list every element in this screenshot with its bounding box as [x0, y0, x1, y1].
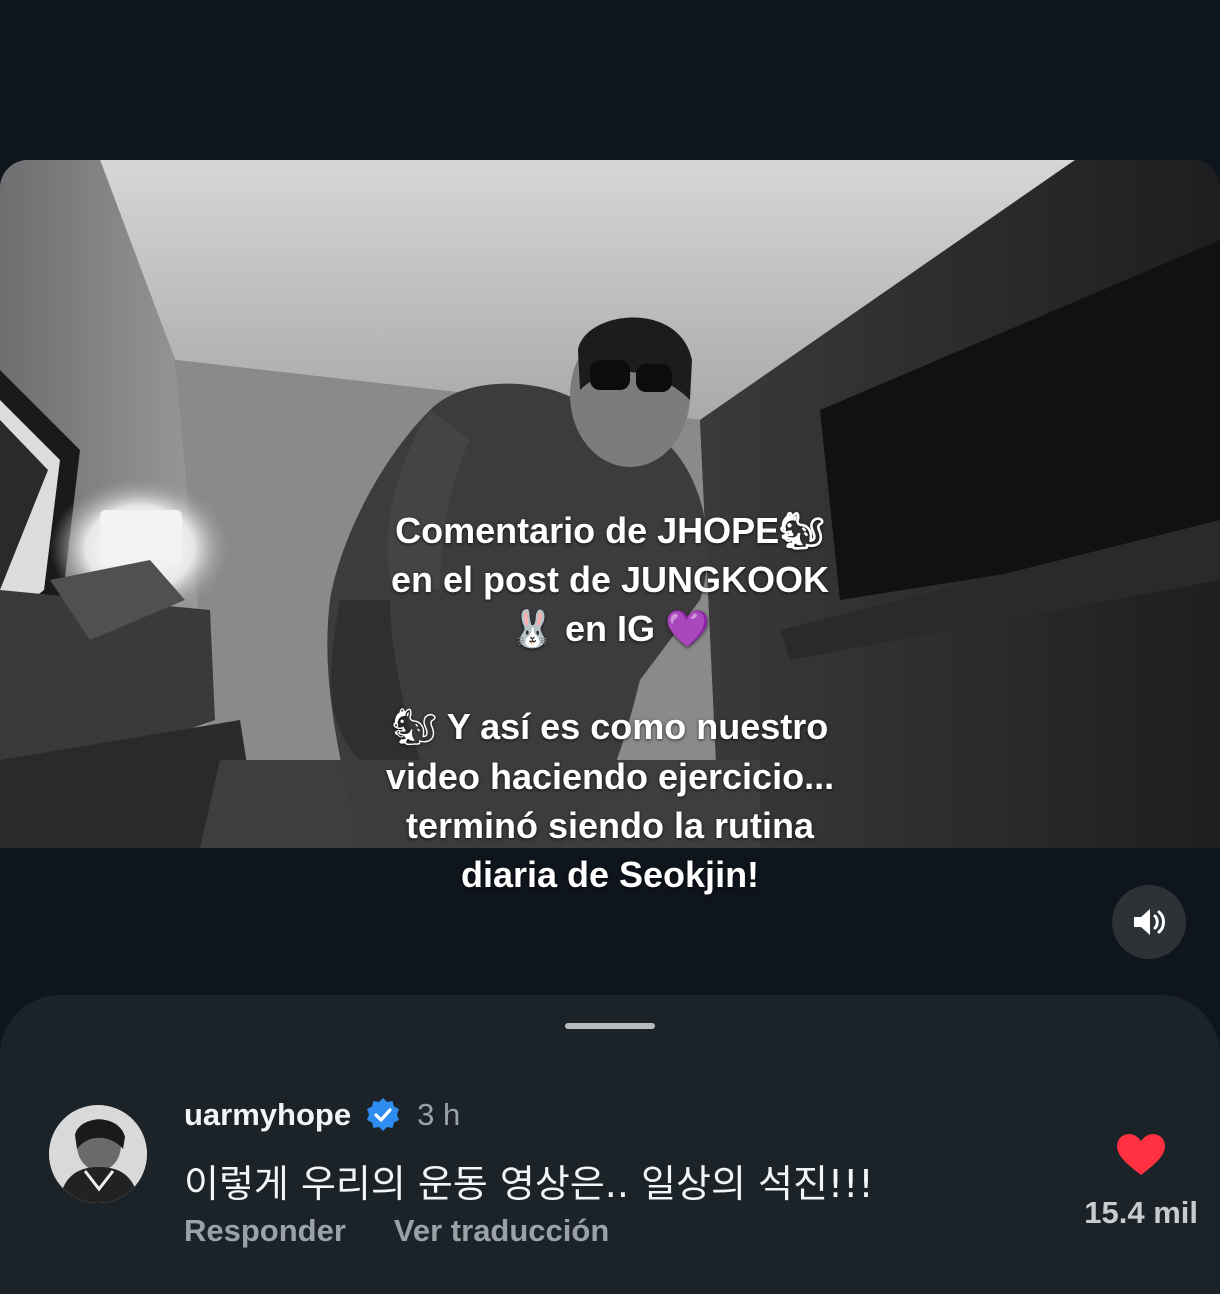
chipmunk-emoji: 🐿 — [391, 707, 438, 748]
like-button[interactable] — [1115, 1133, 1167, 1177]
sheet-drag-handle[interactable] — [565, 1023, 655, 1029]
caption-text: Y así es como nuestro — [437, 706, 829, 747]
reply-button[interactable]: Responder — [184, 1213, 346, 1249]
rabbit-emoji: 🐰 — [510, 609, 555, 650]
caption-line: Comentario de JHOPE🐿 — [395, 510, 825, 551]
screen: Comentario de JHOPE🐿 en el post de JUNGK… — [0, 0, 1220, 1294]
video-caption-top: Comentario de JHOPE🐿 en el post de JUNGK… — [260, 506, 960, 654]
see-translation-button[interactable]: Ver traducción — [394, 1213, 609, 1249]
heart-icon — [1117, 1134, 1165, 1175]
comments-sheet[interactable]: uarmyhope 3 h 이렇게 우리의 운동 영상은.. 일상의 석진!!!… — [0, 995, 1220, 1294]
caption-line: 🐰 en IG 💜 — [260, 604, 960, 654]
comment-body: 이렇게 우리의 운동 영상은.. 일상의 석진!!! — [184, 1162, 874, 1206]
caption-line: terminó siendo la rutina — [405, 805, 815, 846]
caption-line: 🐿 Y así es como nuestro — [260, 702, 960, 752]
comment-username[interactable]: uarmyhope — [184, 1097, 351, 1133]
comment-meta: uarmyhope 3 h — [184, 1093, 460, 1137]
volume-icon — [1134, 909, 1165, 935]
avatar-image — [49, 1105, 147, 1203]
caption-text: en IG — [554, 608, 666, 649]
volume-button[interactable] — [1112, 885, 1186, 959]
like-count: 15.4 mil — [1084, 1195, 1198, 1230]
caption-line: diaria de Seokjin! — [460, 854, 760, 895]
video-caption-bottom: 🐿 Y así es como nuestro video haciendo e… — [260, 702, 960, 899]
caption-line: video haciendo ejercicio... — [385, 756, 835, 797]
comment-timestamp: 3 h — [417, 1097, 461, 1132]
caption-line: en el post de JUNGKOOK — [390, 559, 830, 600]
avatar[interactable] — [49, 1105, 147, 1203]
purple-heart-emoji: 💜 — [665, 609, 710, 650]
verified-badge-icon — [365, 1097, 401, 1133]
comment-actions: Responder Ver traducción — [184, 1213, 609, 1249]
